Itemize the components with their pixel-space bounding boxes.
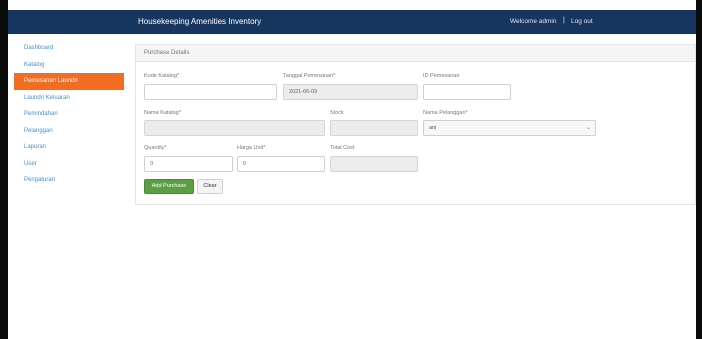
id-pemesanan-label: ID Pemesanan: [423, 73, 460, 79]
quantity-label: Quantity*: [144, 145, 167, 151]
welcome-text: Welcome admin: [510, 18, 557, 25]
logout-link[interactable]: Log out: [571, 18, 593, 25]
app-title: Housekeeping Amenities Inventory: [138, 17, 262, 26]
sidebar-item-laundri-keluaran[interactable]: Laundri Keluaran: [14, 90, 124, 107]
stock-input: [330, 120, 418, 136]
add-purchase-button[interactable]: Add Purchase: [144, 179, 194, 194]
clear-button[interactable]: Clear: [197, 179, 223, 194]
sidebar-nav: Dashboard Katalog Pemesanan Laundri Laun…: [14, 40, 124, 189]
sidebar-item-user[interactable]: User: [14, 156, 124, 173]
quantity-input[interactable]: 0: [144, 156, 233, 172]
nama-pelanggan-value: ani: [429, 125, 437, 131]
left-frame-border: [0, 0, 8, 339]
nama-katalog-input: [144, 120, 325, 136]
stock-label: Stock: [330, 110, 344, 116]
harga-unit-input[interactable]: 0: [237, 156, 325, 172]
sidebar-item-dashboard[interactable]: Dashboard: [14, 40, 124, 57]
top-navbar: Housekeeping Amenities Inventory Welcome…: [8, 10, 696, 34]
id-pemesanan-input[interactable]: [423, 84, 511, 100]
right-frame-border: [696, 0, 702, 339]
total-cost-label: Total Cost: [330, 145, 355, 151]
header-separator: |: [563, 17, 565, 24]
tanggal-pemesanan-input: 2021-06-09: [283, 84, 418, 100]
sidebar-item-pemindahan[interactable]: Pemindahan: [14, 106, 124, 123]
sidebar-item-pelanggan[interactable]: Pelanggan: [14, 123, 124, 140]
sidebar-item-katalog[interactable]: Katalog: [14, 57, 124, 74]
harga-unit-label: Harga Unit*: [237, 145, 266, 151]
nama-katalog-label: Nama Katalog*: [144, 110, 181, 116]
nama-pelanggan-label: Nama Pelanggan*: [423, 110, 468, 116]
sidebar-item-pengaturan[interactable]: Pengaturan: [14, 172, 124, 189]
kode-katalog-input[interactable]: [144, 84, 277, 100]
nama-pelanggan-select[interactable]: ani ⌄: [423, 120, 596, 136]
panel-title: Purchase Details: [136, 45, 695, 62]
total-cost-input: [330, 156, 418, 172]
kode-katalog-label: Kode Katalog*: [144, 73, 180, 79]
tanggal-pemesanan-label: Tanggal Pemesanan*: [283, 73, 336, 79]
sidebar-item-pemesanan-laundri[interactable]: Pemesanan Laundri: [14, 73, 124, 90]
sidebar-item-laporan[interactable]: Laporan: [14, 139, 124, 156]
chevron-down-icon: ⌄: [585, 125, 591, 131]
